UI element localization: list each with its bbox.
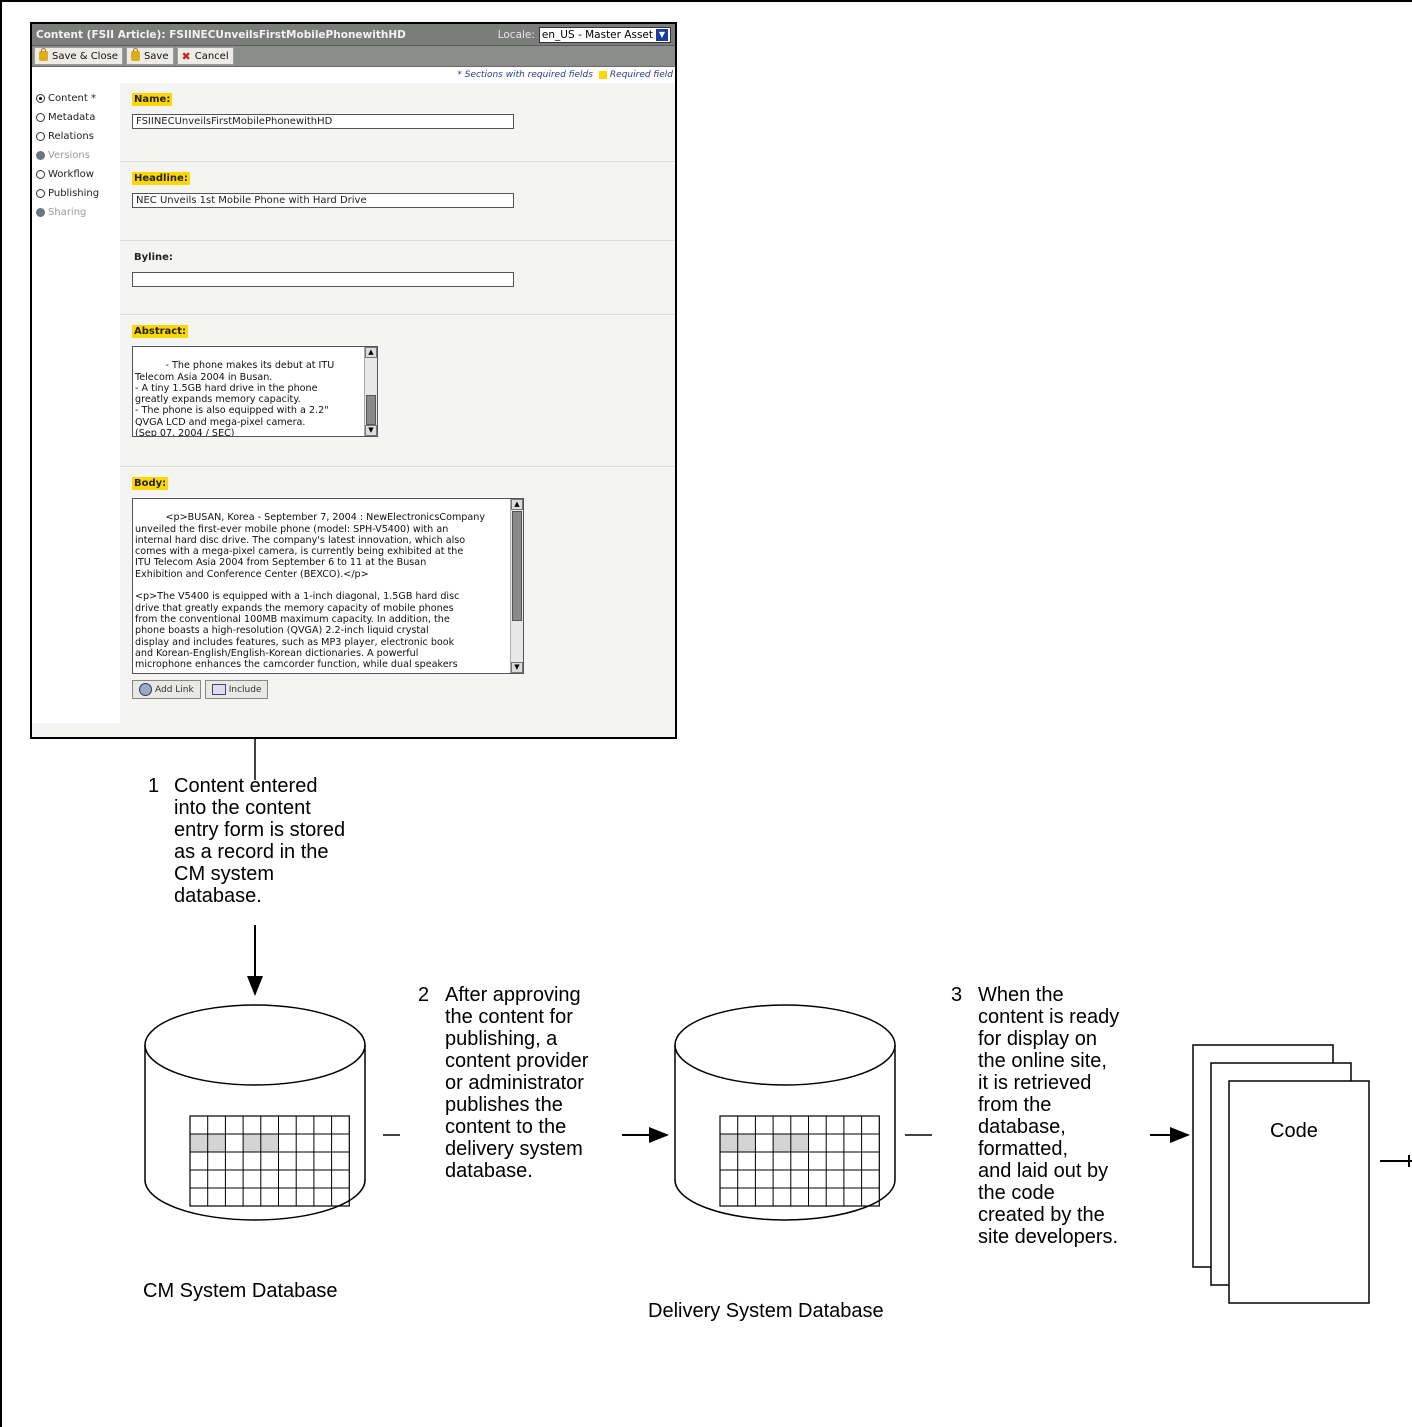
delivery-database-label: Delivery System Database	[648, 1300, 884, 1322]
step-2-number: 2	[418, 984, 430, 1006]
radio-icon	[36, 170, 45, 179]
nav-item-relations[interactable]: Relations	[32, 127, 120, 146]
step-3-number: 3	[951, 984, 963, 1006]
radio-icon	[36, 208, 45, 217]
form-main: Name: FSIINECUnveilsFirstMobilePhonewith…	[120, 83, 675, 723]
code-pages	[1192, 1044, 1370, 1304]
abstract-scroll-thumb[interactable]	[366, 395, 376, 425]
body-label: Body:	[132, 477, 169, 490]
editor-buttons: Add Link Include	[132, 680, 663, 699]
scroll-up-icon[interactable]: ▲	[365, 347, 377, 358]
body-section: Body: <p>BUSAN, Korea - September 7, 200…	[120, 467, 675, 709]
scroll-down-icon[interactable]: ▼	[365, 425, 377, 436]
nav-item-label: Workflow	[48, 169, 94, 180]
form-title: Content (FSII Article): FSIINECUnveilsFi…	[36, 28, 406, 41]
delivery-highlight-cell	[773, 1134, 791, 1152]
headline-label: Headline:	[132, 172, 190, 185]
name-input[interactable]: FSIINECUnveilsFirstMobilePhonewithHD	[132, 114, 514, 129]
lock-icon	[39, 48, 48, 61]
nav-item-content[interactable]: Content *	[32, 89, 120, 108]
radio-icon	[36, 94, 45, 103]
cancel-label: Cancel	[194, 50, 229, 62]
nav-item-versions: Versions	[32, 146, 120, 165]
required-swatch	[598, 70, 607, 79]
globe-icon	[139, 683, 152, 696]
step-1-text: Content entered into the content entry f…	[174, 775, 346, 907]
nav-item-metadata[interactable]: Metadata	[32, 108, 120, 127]
cm-highlight-cell	[243, 1134, 261, 1152]
step-1-note: 1 Content entered into the content entry…	[148, 775, 388, 925]
radio-icon	[36, 151, 45, 160]
locale-value: en_US - Master Asset	[541, 28, 653, 41]
required-legend: * Sections with required fields Required…	[32, 67, 675, 83]
save-button[interactable]: Save	[125, 47, 174, 65]
step-2-text: After approving the content for publishi…	[445, 984, 589, 1182]
delivery-highlight-cell	[790, 1134, 809, 1152]
byline-input[interactable]	[132, 272, 514, 287]
cm-database-label: CM System Database	[143, 1280, 338, 1302]
content-entry-form-window: Content (FSII Article): FSIINECUnveilsFi…	[30, 22, 677, 739]
form-toolbar: Save & Close Save ✖ Cancel	[32, 46, 675, 67]
nav-item-label: Relations	[48, 131, 94, 142]
lock-icon	[130, 48, 140, 61]
step-3-note: 3 When the content is ready for display …	[951, 984, 1171, 1264]
nav-item-publishing[interactable]: Publishing	[32, 184, 120, 203]
nav-item-label: Versions	[48, 150, 90, 161]
nav-item-workflow[interactable]: Workflow	[32, 165, 120, 184]
cm-highlight-cell	[260, 1134, 279, 1152]
include-button[interactable]: Include	[204, 680, 269, 699]
radio-icon	[36, 113, 45, 122]
include-icon	[211, 684, 226, 695]
form-title-bar: Content (FSII Article): FSIINECUnveilsFi…	[32, 24, 675, 46]
include-label: Include	[228, 684, 262, 695]
name-section: Name: FSIINECUnveilsFirstMobilePhonewith…	[120, 83, 675, 162]
locale-label: Locale:	[497, 28, 535, 41]
abstract-label: Abstract:	[132, 325, 189, 338]
step-2-note: 2 After approving the content for publis…	[418, 984, 638, 1194]
body-scrollbar[interactable]: ▲ ▼	[510, 499, 523, 673]
step-1-number: 1	[148, 775, 160, 797]
scroll-down-icon[interactable]: ▼	[511, 662, 523, 673]
scroll-up-icon[interactable]: ▲	[511, 499, 523, 510]
cm-highlight-cell	[190, 1134, 208, 1152]
required-sections-note: * Sections with required fields	[457, 70, 593, 80]
abstract-scrollbar[interactable]: ▲ ▼	[364, 347, 377, 436]
save-label: Save	[143, 50, 169, 62]
cancel-button[interactable]: ✖ Cancel	[176, 47, 234, 65]
nav-item-sharing: Sharing	[32, 203, 120, 222]
abstract-section: Abstract: - The phone makes its debut at…	[120, 315, 675, 467]
delivery-highlight-cell	[737, 1134, 756, 1152]
headline-input[interactable]: NEC Unveils 1st Mobile Phone with Hard D…	[132, 193, 514, 208]
code-label: Code	[1270, 1120, 1318, 1142]
byline-section: Byline:	[120, 241, 675, 315]
body-scroll-thumb[interactable]	[512, 511, 522, 621]
add-link-button[interactable]: Add Link	[132, 680, 201, 699]
radio-icon	[36, 132, 45, 141]
headline-section: Headline: NEC Unveils 1st Mobile Phone w…	[120, 162, 675, 241]
body-textarea[interactable]: <p>BUSAN, Korea - September 7, 2004 : Ne…	[132, 498, 524, 674]
form-body: Content * Metadata Relations Versions Workfl…	[32, 83, 675, 723]
nav-item-label: Metadata	[48, 112, 96, 123]
radio-icon	[36, 189, 45, 198]
byline-label: Byline:	[134, 252, 173, 263]
delivery-highlight-cell	[720, 1134, 738, 1152]
nav-item-label: Publishing	[48, 188, 100, 199]
add-link-label: Add Link	[155, 684, 194, 695]
name-label: Name:	[132, 93, 173, 106]
step-3-text: When the content is ready for display on…	[978, 984, 1120, 1248]
close-icon: ✖	[181, 49, 191, 63]
locale-select[interactable]: en_US - Master Asset ▼	[538, 26, 671, 43]
nav-item-label: Content *	[48, 93, 96, 104]
save-close-button[interactable]: Save & Close	[34, 47, 123, 65]
required-field-note-wrap: Required field	[598, 70, 673, 80]
abstract-textarea[interactable]: - The phone makes its debut at ITU Telec…	[132, 346, 378, 437]
form-section-nav: Content * Metadata Relations Versions Workfl…	[32, 83, 120, 723]
required-field-note: Required field	[609, 70, 673, 80]
chevron-down-icon: ▼	[656, 28, 668, 41]
abstract-text: - The phone makes its debut at ITU Telec…	[135, 360, 335, 437]
cm-highlight-cell	[207, 1134, 226, 1152]
nav-item-label: Sharing	[48, 207, 87, 218]
save-close-label: Save & Close	[52, 50, 118, 62]
body-text: <p>BUSAN, Korea - September 7, 2004 : Ne…	[135, 512, 486, 671]
